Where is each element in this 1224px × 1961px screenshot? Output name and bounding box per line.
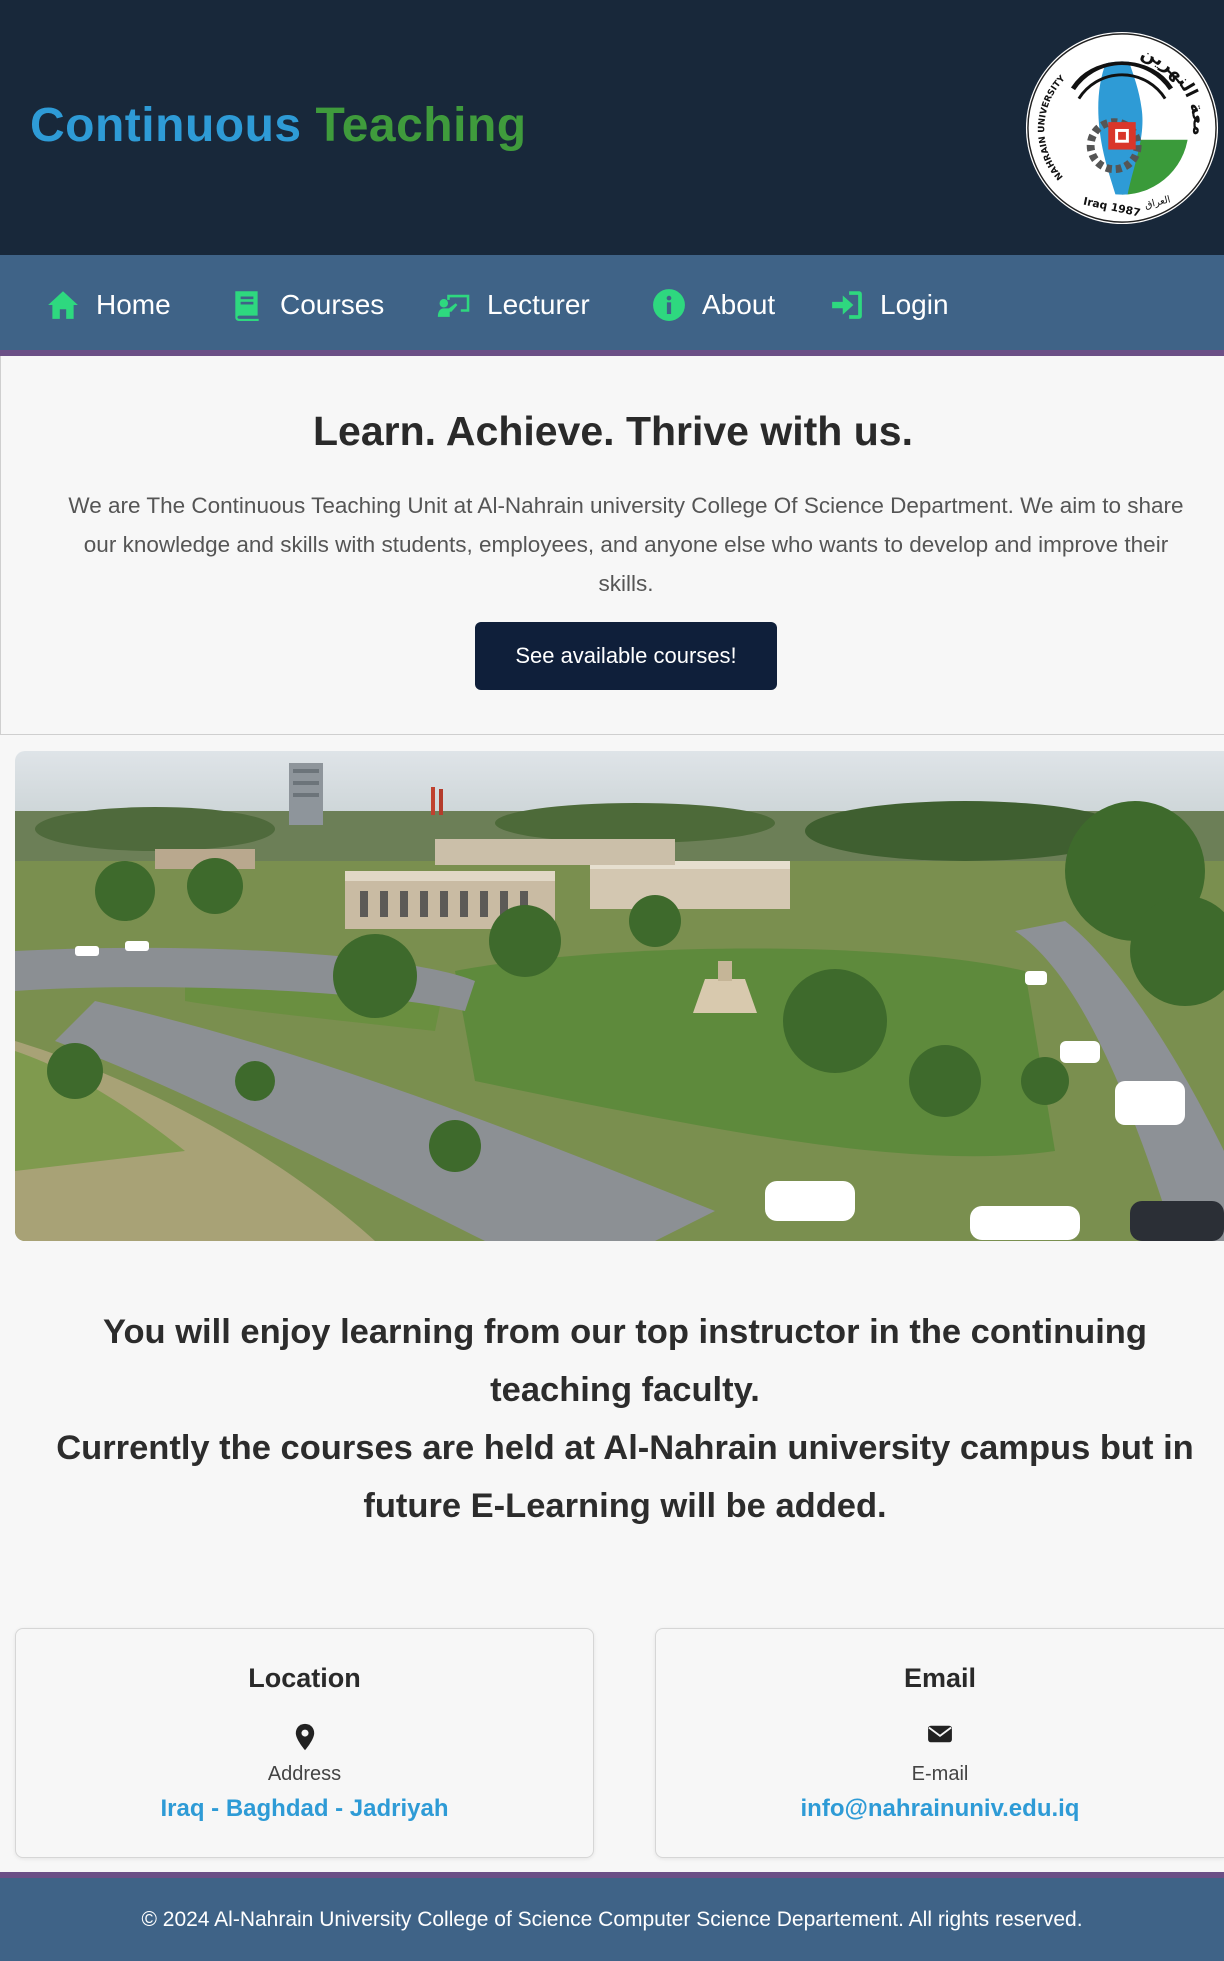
brand-word-teaching: Teaching: [315, 99, 527, 152]
brand-word-continuous: Continuous: [30, 99, 302, 152]
info-section: You will enjoy learning from our top ins…: [40, 1303, 1210, 1535]
nav-item-about[interactable]: About: [652, 283, 775, 327]
main-navbar: Home Courses Lecturer About Login: [0, 255, 1224, 356]
footer-copyright: © 2024 Al-Nahrain University College of …: [141, 1908, 1083, 1931]
home-icon: [48, 291, 78, 319]
nav-item-courses[interactable]: Courses: [230, 283, 384, 327]
info-icon: [653, 289, 685, 321]
hero-section: Learn. Achieve. Thrive with us. We are T…: [0, 356, 1224, 735]
site-footer: © 2024 Al-Nahrain University College of …: [0, 1872, 1224, 1961]
nav-item-label: About: [702, 289, 776, 320]
location-card-title: Location: [248, 1663, 361, 1693]
nav-item-label: Courses: [280, 289, 385, 320]
university-logo: NAHRAIN UNIVERSITY جامعة النهرين Iraq 19…: [1024, 30, 1219, 225]
location-card: Location Address Iraq - Baghdad - Jadriy…: [15, 1628, 594, 1858]
see-courses-button[interactable]: See available courses!: [475, 622, 777, 690]
email-link[interactable]: info@nahrainuniv.edu.iq: [656, 1795, 1224, 1823]
nav-item-login[interactable]: Login: [830, 283, 949, 327]
campus-aerial-image: [15, 751, 1224, 1241]
info-instructor-text: You will enjoy learning from our top ins…: [103, 1313, 1147, 1409]
info-campus-text: Currently the courses are held at Al-Nah…: [56, 1429, 1194, 1525]
email-card-title: Email: [903, 1663, 977, 1693]
nav-item-label: Lecturer: [487, 289, 590, 320]
map-pin-icon: [295, 1723, 314, 1751]
address-link[interactable]: Iraq - Baghdad - Jadriyah: [16, 1795, 593, 1823]
hero-description: We are The Continuous Teaching Unit at A…: [68, 493, 1184, 596]
site-header: Continuous Teaching NAHRAIN UNIVERSITY ج…: [0, 0, 1224, 255]
site-brand[interactable]: Continuous Teaching: [30, 98, 527, 153]
hero-heading: Learn. Achieve. Thrive with us.: [313, 408, 913, 454]
location-card-label: Address: [267, 1763, 342, 1785]
nav-item-lecturer[interactable]: Lecturer: [437, 283, 590, 327]
email-card-label: E-mail: [911, 1763, 969, 1785]
email-card: Email E-mail info@nahrainuniv.edu.iq: [655, 1628, 1224, 1858]
login-icon: [832, 291, 862, 319]
envelope-icon: [928, 1725, 952, 1743]
nav-item-home[interactable]: Home: [46, 283, 171, 327]
nav-item-label: Home: [96, 289, 171, 320]
nav-item-label: Login: [880, 289, 949, 320]
lecturer-icon: [437, 294, 470, 317]
book-icon: [235, 291, 259, 321]
